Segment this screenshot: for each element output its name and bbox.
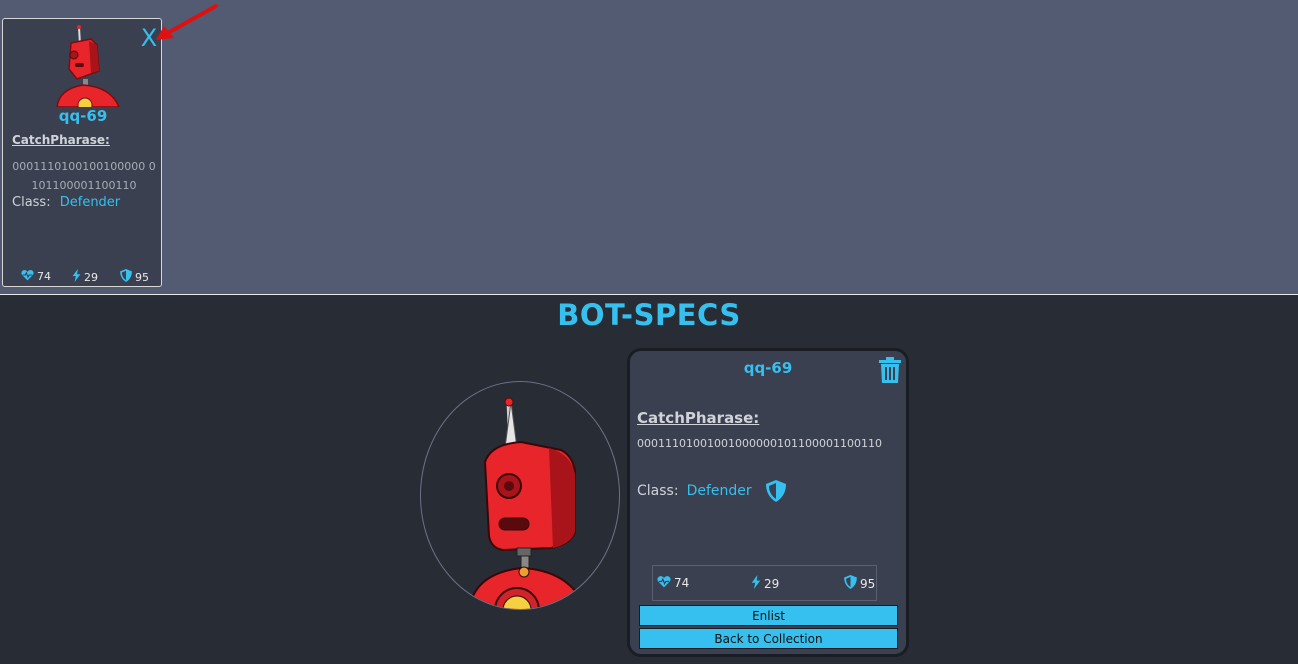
catchphrase-label: CatchPharase: [637, 409, 760, 427]
class-label: Class: [12, 195, 51, 210]
bolt-icon [72, 269, 81, 285]
damage-stat: 29 [751, 575, 779, 592]
bot-name: qq-69 [58, 107, 108, 125]
heartbeat-icon [657, 575, 671, 591]
bot-name: qq-69 [743, 359, 793, 377]
bot-spec-card: qq-69 CatchPharase: 00011101001001000000… [627, 348, 909, 657]
health-stat: 74 [657, 575, 689, 591]
army-bot-card[interactable]: X qq-69 CatchPharase: 000111010010010000… [2, 18, 162, 287]
health-value: 74 [37, 270, 51, 283]
catchphrase-label: CatchPharase: [12, 133, 110, 147]
bot-avatar [53, 25, 121, 107]
bot-image [420, 381, 620, 610]
shield-icon [120, 269, 132, 285]
heartbeat-icon [21, 269, 34, 284]
enlist-button[interactable]: Enlist [639, 605, 898, 626]
armor-value: 95 [860, 576, 876, 591]
trash-icon[interactable] [878, 357, 906, 385]
page-title: BOT-SPECS [557, 298, 741, 332]
health-stat: 74 [21, 269, 51, 284]
bolt-icon [751, 575, 761, 592]
shield-icon [844, 575, 857, 592]
armor-value: 95 [135, 270, 149, 284]
bot-army-area: X qq-69 CatchPharase: 000111010010010000… [0, 0, 1298, 295]
catchphrase-value: 0001110100100100000010110000110011​0 [637, 437, 882, 450]
armor-stat: 95 [120, 269, 149, 285]
red-arrow-icon [156, 4, 218, 40]
damage-stat: 29 [72, 269, 98, 285]
damage-value: 29 [764, 576, 780, 591]
catchphrase-value: 0001110100100100000 0101100001100110 [12, 160, 156, 192]
class-row: Class: Defender [637, 480, 788, 502]
back-to-collection-button[interactable]: Back to Collection [639, 628, 898, 649]
class-value: Defender [686, 483, 752, 499]
class-value: Defender [59, 195, 121, 210]
damage-value: 29 [84, 270, 98, 284]
bot-stats: 74 29 95 [652, 565, 877, 601]
health-value: 74 [674, 576, 690, 590]
armor-stat: 95 [844, 575, 875, 592]
shield-icon [765, 480, 788, 502]
class-row: Class: Defender [12, 195, 120, 210]
class-label: Class: [637, 483, 679, 499]
